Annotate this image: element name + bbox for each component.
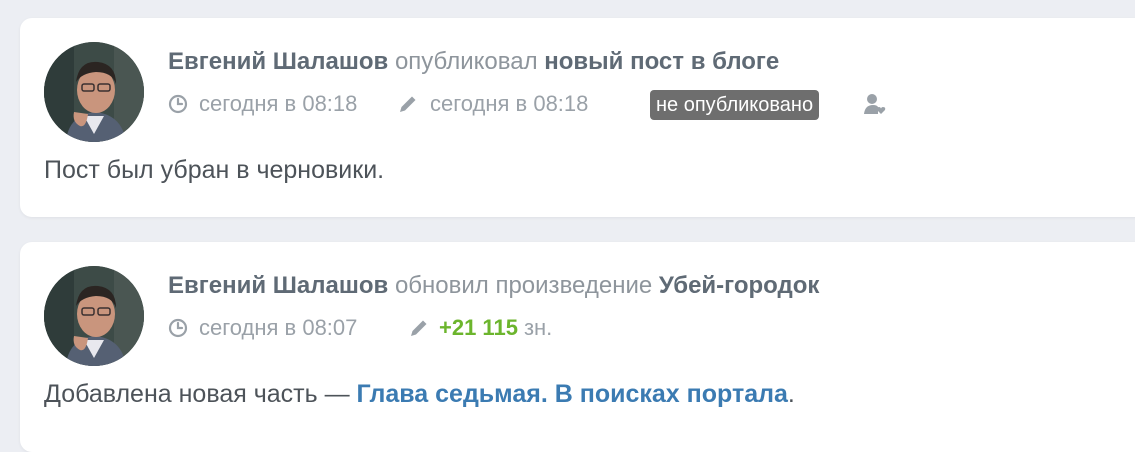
activity-text-suffix: . bbox=[787, 380, 795, 408]
created-time: сегодня в 08:18 bbox=[168, 89, 357, 119]
pencil-icon bbox=[400, 96, 416, 112]
activity-action: обновил произведение bbox=[394, 272, 653, 299]
work-title-link[interactable]: Убей-городок bbox=[659, 272, 820, 299]
created-time: сегодня в 08:07 bbox=[168, 313, 357, 343]
clock-icon bbox=[168, 318, 188, 338]
size-change: +21 115 зн. bbox=[408, 313, 552, 343]
author-link[interactable]: Евгений Шалашов bbox=[168, 48, 388, 75]
activity-text: Пост был убран в черновики. bbox=[44, 156, 385, 184]
chars-unit: зн. bbox=[523, 315, 553, 340]
pencil-icon bbox=[411, 320, 427, 336]
edited-time: сегодня в 08:18 bbox=[397, 89, 588, 119]
author-link[interactable]: Евгений Шалашов bbox=[168, 272, 388, 299]
feed-card: Евгений Шалашов обновил произведение Убе… bbox=[20, 242, 1135, 452]
clock-icon bbox=[168, 94, 188, 114]
activity-text-prefix: Добавлена новая часть — bbox=[44, 380, 350, 408]
activity-target[interactable]: новый пост в блоге bbox=[544, 48, 779, 75]
avatar[interactable] bbox=[44, 42, 144, 142]
chars-added: +21 115 bbox=[439, 315, 518, 340]
avatar-image bbox=[44, 42, 144, 142]
edited-time-text: сегодня в 08:18 bbox=[430, 91, 589, 116]
activity-text: Добавлена новая часть — Глава седьмая. В… bbox=[44, 380, 795, 409]
avatar[interactable] bbox=[44, 266, 144, 366]
activity-header: Евгений Шалашов обновил произведение Убе… bbox=[168, 272, 819, 300]
user-heart[interactable] bbox=[863, 89, 887, 119]
created-time-text: сегодня в 08:18 bbox=[199, 91, 358, 116]
activity-header: Евгений Шалашов опубликовал новый пост в… bbox=[168, 48, 779, 76]
feed-card: Евгений Шалашов опубликовал новый пост в… bbox=[20, 18, 1135, 217]
activity-action: опубликовал bbox=[394, 48, 538, 75]
avatar-image bbox=[44, 266, 144, 366]
user-heart-icon bbox=[864, 94, 886, 114]
chapter-link[interactable]: Глава седьмая. В поисках портала bbox=[357, 380, 788, 408]
status-badge: не опубликовано bbox=[650, 90, 820, 120]
created-time-text: сегодня в 08:07 bbox=[199, 315, 358, 340]
